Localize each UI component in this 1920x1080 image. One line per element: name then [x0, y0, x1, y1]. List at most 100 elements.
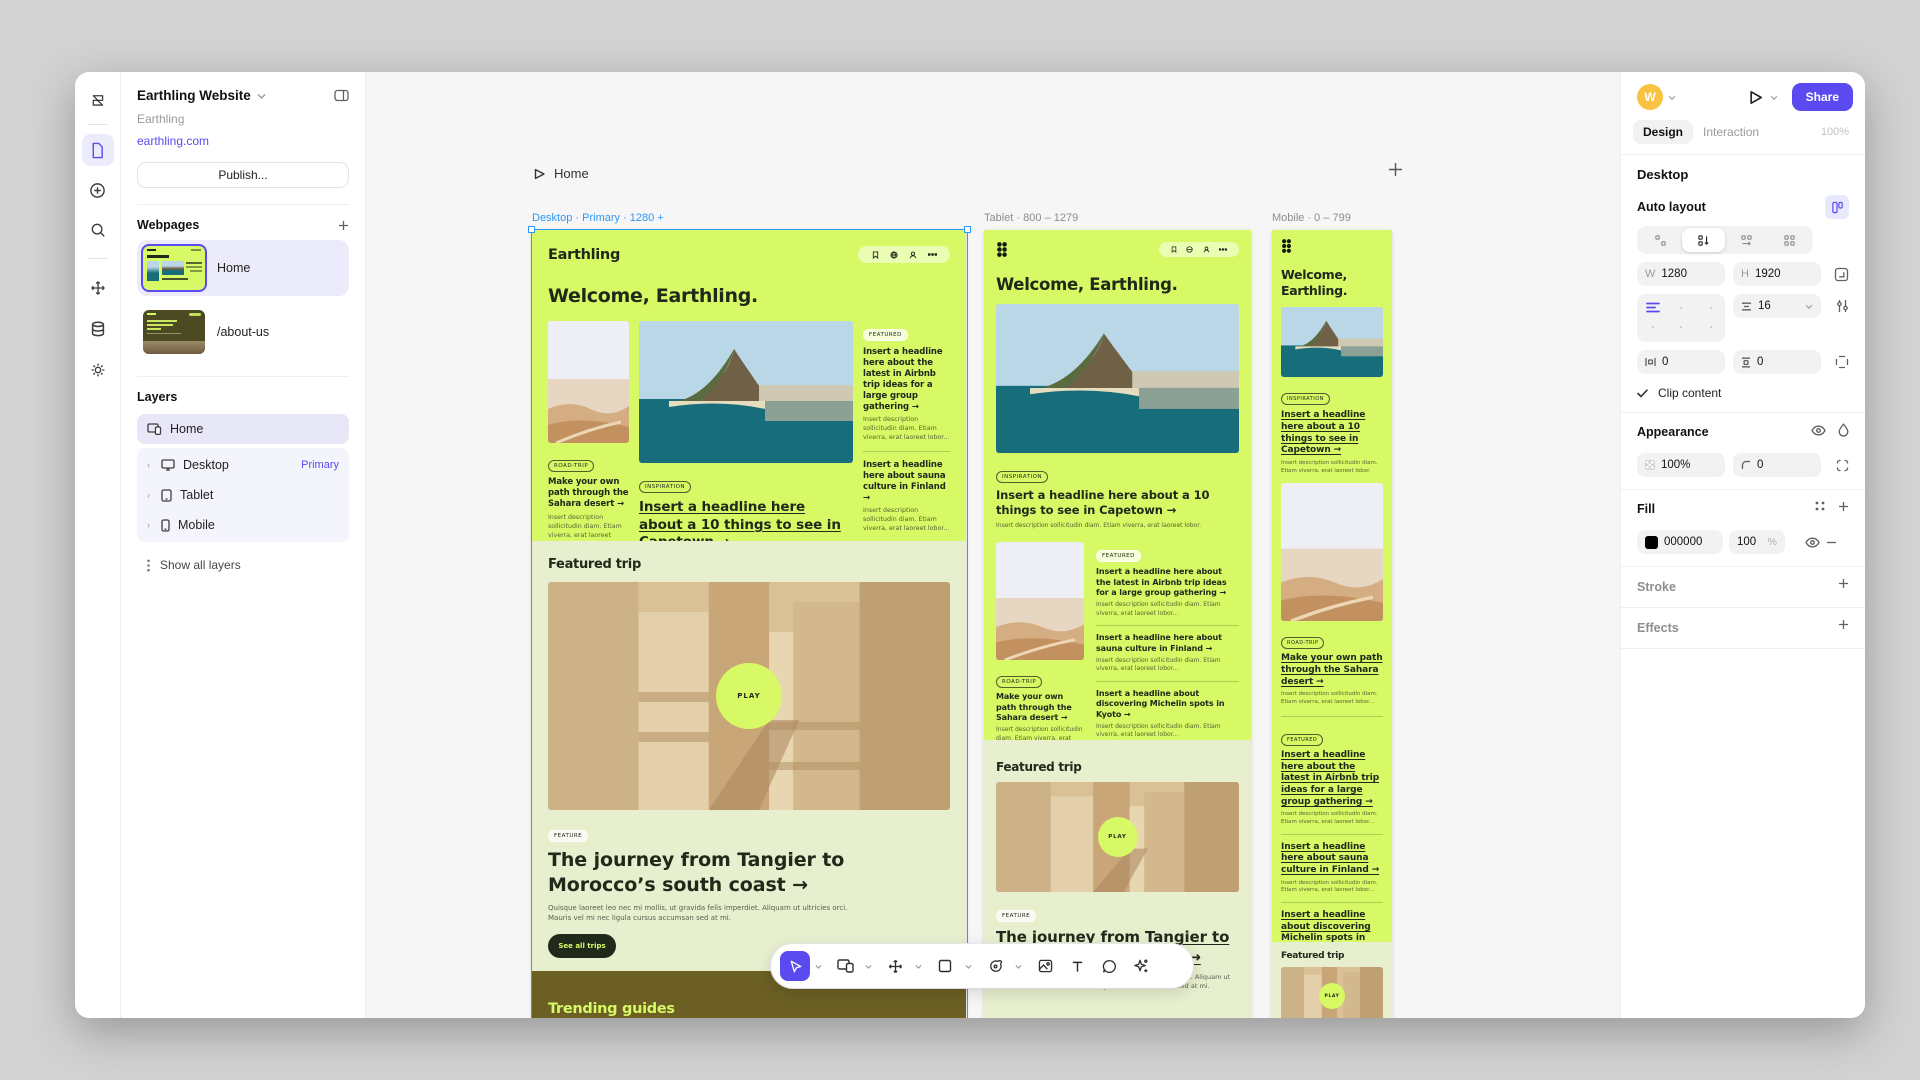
layout-none-segment[interactable]	[1639, 228, 1682, 252]
width-field[interactable]: W 1280	[1637, 262, 1725, 286]
padding-x-field[interactable]: 0	[1637, 350, 1725, 374]
comment-tool[interactable]	[1094, 951, 1124, 981]
expand-chevron-icon[interactable]: ›	[147, 490, 155, 500]
corner-radius-icon	[1741, 460, 1751, 470]
settings-gear-icon[interactable]	[82, 354, 114, 386]
ai-tool[interactable]	[1126, 951, 1156, 981]
canvas-breadcrumb[interactable]: Home	[534, 166, 589, 181]
individual-corners-icon[interactable]	[1836, 459, 1849, 472]
journey-headline: The journey from Tangier to Morocco’s so…	[548, 848, 868, 897]
canvas[interactable]: Home Desktop · Primary · 1280 + Tablet ·…	[366, 72, 1620, 1018]
webpage-item-about-us[interactable]: /about-us	[137, 304, 349, 360]
opacity-field[interactable]: 100%	[1637, 453, 1725, 477]
individual-padding-icon[interactable]	[1835, 355, 1849, 369]
frame-tool[interactable]	[830, 951, 860, 981]
show-all-layers-button[interactable]: Show all layers	[137, 552, 349, 578]
webpage-item-home[interactable]: Home	[137, 240, 349, 296]
toggle-sidebar-icon[interactable]	[334, 89, 349, 102]
preview-chevron-icon[interactable]	[1770, 95, 1778, 100]
add-webpage-icon[interactable]	[338, 220, 349, 231]
kyoto-headline: Insert a headline about discovering Mich…	[1096, 689, 1239, 720]
add-fill-icon[interactable]	[1838, 501, 1849, 512]
media-tool[interactable]	[1030, 951, 1060, 981]
layout-vertical-segment[interactable]	[1682, 228, 1725, 252]
fill-color-swatch	[1645, 536, 1658, 549]
move-tool-icon[interactable]	[82, 272, 114, 304]
publish-button[interactable]: Publish...	[137, 162, 349, 188]
frame-tablet[interactable]: Welcome, Earthling. INSPIRATION Insert a…	[984, 230, 1251, 1018]
add-circle-icon[interactable]	[82, 174, 114, 206]
rectangle-icon	[938, 959, 952, 973]
fill-color-field[interactable]: 000000	[1637, 530, 1723, 554]
finland-headline: Insert a headline here about sauna cultu…	[1096, 633, 1239, 654]
gap-value: 16	[1758, 300, 1771, 312]
add-effect-icon[interactable]	[1838, 619, 1849, 630]
layer-row-desktop[interactable]: › Desktop Primary	[137, 450, 349, 480]
expand-chevron-icon[interactable]: ›	[147, 460, 155, 470]
zoom-level[interactable]: 100%	[1821, 126, 1849, 138]
preview-play-icon[interactable]	[1749, 90, 1763, 105]
layer-row-tablet[interactable]: › Tablet	[137, 480, 349, 510]
blend-droplet-icon[interactable]	[1838, 423, 1849, 437]
gap-field[interactable]: 16	[1733, 294, 1821, 318]
fill-visibility-icon[interactable]	[1805, 537, 1820, 548]
layer-row-home[interactable]: Home	[137, 414, 349, 444]
select-tool[interactable]	[780, 951, 810, 981]
fill-opacity-field[interactable]: 100 %	[1729, 530, 1785, 554]
share-button[interactable]: Share	[1792, 83, 1853, 111]
vector-tool-chevron-icon[interactable]	[912, 951, 924, 981]
appearance-visibility-icon[interactable]	[1811, 425, 1826, 436]
site-logo-mark	[1281, 239, 1292, 253]
width-label: W	[1645, 268, 1655, 280]
frame-label-mobile[interactable]: Mobile · 0 – 799	[1272, 212, 1351, 224]
radius-field[interactable]: 0	[1733, 453, 1821, 477]
play-button: PLAY	[1098, 817, 1138, 857]
database-icon[interactable]	[82, 313, 114, 345]
layout-horizontal-segment[interactable]	[1725, 228, 1768, 252]
frame-tool-chevron-icon[interactable]	[862, 951, 874, 981]
rectangle-tool-chevron-icon[interactable]	[962, 951, 974, 981]
distribute-icon[interactable]	[1836, 299, 1849, 313]
layout-grid-segment[interactable]	[1768, 228, 1811, 252]
project-domain-link[interactable]: earthling.com	[137, 134, 349, 148]
properties-panel: W Share Design Interaction 100% Desktop …	[1620, 72, 1865, 1018]
expand-chevron-icon[interactable]: ›	[147, 520, 155, 530]
frame-label-desktop[interactable]: Desktop · Primary · 1280 +	[532, 212, 664, 224]
fill-grid-icon[interactable]	[1814, 500, 1826, 512]
add-stroke-icon[interactable]	[1838, 578, 1849, 589]
project-menu-chevron-icon[interactable]	[257, 93, 266, 99]
frame-desktop[interactable]: Earthling Welcome, Earthling. ROAD-T	[532, 230, 966, 1018]
text-tool[interactable]	[1062, 951, 1092, 981]
height-field[interactable]: H 1920	[1733, 262, 1821, 286]
resize-fit-icon[interactable]	[1834, 267, 1849, 282]
fill-opacity-unit: %	[1768, 536, 1777, 548]
select-tool-chevron-icon[interactable]	[812, 951, 824, 981]
padding-y-field[interactable]: 0	[1733, 350, 1821, 374]
remove-fill-icon[interactable]	[1826, 541, 1837, 544]
desert-image	[996, 542, 1084, 660]
add-frame-icon[interactable]	[1388, 162, 1403, 177]
play-outline-icon	[534, 168, 545, 180]
clip-content-checkbox[interactable]: Clip content	[1637, 386, 1849, 400]
width-value: 1280	[1661, 268, 1687, 280]
layer-row-mobile[interactable]: › Mobile	[137, 510, 349, 540]
pen-tool[interactable]	[980, 951, 1010, 981]
rectangle-tool[interactable]	[930, 951, 960, 981]
search-icon[interactable]	[82, 214, 114, 246]
frame-label-tablet[interactable]: Tablet · 800 – 1279	[984, 212, 1078, 224]
avatar[interactable]: W	[1637, 84, 1663, 110]
vector-tool[interactable]	[880, 951, 910, 981]
framer-logo-icon[interactable]	[82, 86, 114, 118]
play-button: PLAY	[1319, 983, 1345, 1009]
auto-layout-toggle-icon[interactable]	[1825, 195, 1849, 219]
alignment-widget[interactable]	[1637, 294, 1725, 342]
avatar-chevron-icon[interactable]	[1668, 95, 1676, 100]
tab-design[interactable]: Design	[1633, 120, 1693, 144]
frame-mobile[interactable]: Welcome, Earthling. INSPIRATION Insert a…	[1272, 230, 1392, 1018]
pen-tool-chevron-icon[interactable]	[1012, 951, 1024, 981]
site-nav	[1159, 242, 1239, 257]
height-value: 1920	[1755, 268, 1781, 280]
pages-icon[interactable]	[82, 134, 114, 166]
tab-interaction[interactable]: Interaction	[1693, 120, 1769, 144]
gap-chevron-icon[interactable]	[1805, 304, 1813, 309]
